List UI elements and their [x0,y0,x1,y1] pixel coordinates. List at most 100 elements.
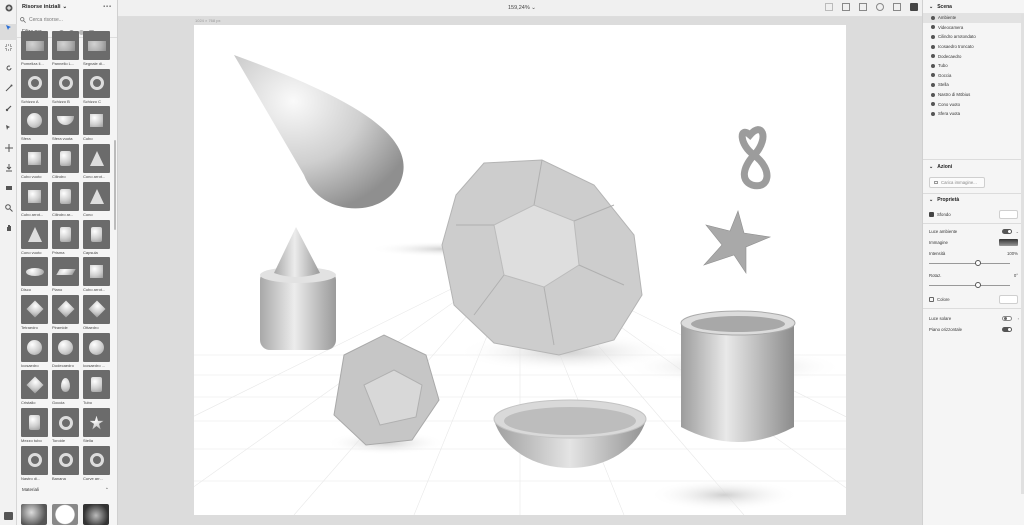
chevron-down-icon[interactable]: ⌄ [1016,229,1019,234]
orbit-icon[interactable] [0,64,17,80]
asset-tile[interactable]: Dodecaedro [52,332,79,370]
asset-thumbnail[interactable] [52,257,79,287]
asset-scrollbar[interactable] [114,140,116,230]
asset-tile[interactable]: Icosaedro [21,332,48,370]
scene-item[interactable]: Tubo [923,61,1024,71]
grid-icon[interactable] [893,3,901,11]
select-tool-icon[interactable] [0,24,17,40]
asset-thumbnail[interactable] [21,106,48,136]
chevron-down-icon[interactable]: ⌄ [929,164,933,170]
asset-thumbnail[interactable] [21,144,48,174]
slider-handle[interactable] [975,281,982,288]
asset-thumbnail[interactable] [83,31,110,60]
asset-tile[interactable]: Nastro di... [21,445,48,483]
asset-thumbnail[interactable] [21,68,48,98]
asset-thumbnail[interactable] [52,445,79,475]
asset-thumbnail[interactable] [21,370,48,400]
material-swatch-3[interactable] [83,504,109,525]
teardrop-shape[interactable] [234,55,404,209]
materials-section-header[interactable]: Materiali ⌃ [22,487,109,492]
intensity-value[interactable]: 100% [1007,251,1018,256]
dodecahedron-shape[interactable] [333,334,440,446]
asset-thumbnail[interactable] [83,257,110,287]
asset-thumbnail[interactable] [21,332,48,362]
asset-thumbnail[interactable] [83,294,110,324]
asset-thumbnail[interactable] [52,68,79,98]
asset-thumbnail[interactable] [52,294,79,324]
scene-item[interactable]: Cono vuoto [923,99,1024,109]
asset-tile[interactable]: Tubo [83,370,110,407]
ground-plane-toggle[interactable] [1002,326,1012,332]
zoom-icon[interactable] [0,204,17,220]
asset-thumbnail[interactable] [52,219,79,249]
cone-shape[interactable] [274,227,320,277]
asset-tile[interactable]: Cubo arrot... [83,257,110,294]
asset-tile[interactable]: Cubo [83,106,110,143]
scene-item[interactable]: Videocamera [923,23,1024,33]
sun-light-toggle[interactable] [1002,315,1012,321]
scene-item[interactable]: Cilindro arrotondato [923,32,1024,42]
tube-shape[interactable] [680,310,796,442]
asset-tile[interactable]: Schizzo C [83,68,110,106]
slider-handle[interactable] [975,259,982,266]
scene-section-header[interactable]: ⌄ Scena [923,0,1024,13]
color-swatch[interactable] [999,295,1018,305]
asset-tile[interactable]: Pannello L... [52,31,79,68]
camera-icon[interactable] [0,184,17,200]
add-icon[interactable] [0,4,17,20]
search-input-placeholder[interactable]: Cerca risorse... [29,17,63,23]
asset-tile[interactable]: Toroide [52,408,79,445]
background-checkbox[interactable] [929,212,934,218]
scene-item[interactable]: Dodecaedro [923,51,1024,61]
asset-thumbnail[interactable] [83,408,110,437]
asset-tile[interactable]: Piramide [52,294,79,332]
panel-toggle-icon[interactable] [4,512,13,520]
asset-thumbnail[interactable] [52,181,79,211]
asset-tile[interactable]: Sfera vuota [52,106,79,143]
actions-section-header[interactable]: ⌄ Azioni [923,161,1024,174]
scene-render[interactable] [194,25,846,515]
camera-bookmark-icon[interactable] [842,3,850,11]
asset-tile[interactable]: Curve arr... [83,445,110,483]
asset-thumbnail[interactable] [83,106,110,136]
asset-tile[interactable]: Piano [52,257,79,294]
asset-thumbnail[interactable] [83,68,110,98]
rotation-value[interactable]: 0° [1014,273,1018,278]
paint-icon[interactable] [0,104,17,120]
asset-tile[interactable]: Pomeliza li... [21,31,48,68]
asset-tile[interactable]: Cubo vuoto [21,144,48,181]
asset-tile[interactable]: Schizzo A [21,68,48,106]
asset-tile[interactable]: Schizzo B [52,68,79,106]
load-image-button[interactable]: Carica immagine... [929,176,985,188]
asset-thumbnail[interactable] [21,219,48,249]
chevron-up-icon[interactable]: ⌃ [105,487,109,493]
frame-icon[interactable] [825,3,833,11]
asset-tile[interactable]: Icosaedro ... [83,332,110,370]
chevron-right-icon[interactable]: › [1018,316,1019,321]
chevron-down-icon[interactable]: ⌄ [929,4,933,10]
truncated-icosahedron-shape[interactable] [441,159,643,356]
3d-viewport[interactable] [194,25,846,515]
drop-to-ground-icon[interactable] [0,164,17,180]
chevron-down-icon[interactable]: ⌄ [63,4,68,10]
asset-tile[interactable]: Prisma [52,219,79,257]
scene-item[interactable]: Goccia [923,71,1024,81]
select-paint-icon[interactable] [0,124,17,140]
environment-image-thumbnail[interactable] [999,238,1018,246]
asset-thumbnail[interactable] [21,408,48,437]
ambient-light-toggle[interactable] [1002,228,1012,234]
hemisphere-bowl-shape[interactable] [493,399,647,469]
intensity-slider[interactable] [929,259,1018,268]
asset-thumbnail[interactable] [83,144,110,174]
hand-icon[interactable] [0,224,17,240]
zoom-level[interactable]: 159,24% ⌄ [508,5,536,11]
scene-item[interactable]: Nastro di Möbius [923,90,1024,100]
more-options-icon[interactable]: ••• [103,4,112,10]
asset-tile[interactable]: Cubo arrot... [21,181,48,219]
asset-thumbnail[interactable] [52,106,79,136]
asset-tile[interactable]: Cono [83,181,110,219]
asset-thumbnail[interactable] [21,257,48,287]
asset-thumbnail[interactable] [83,181,110,211]
asset-thumbnail[interactable] [52,144,79,174]
asset-thumbnail[interactable] [52,332,79,362]
